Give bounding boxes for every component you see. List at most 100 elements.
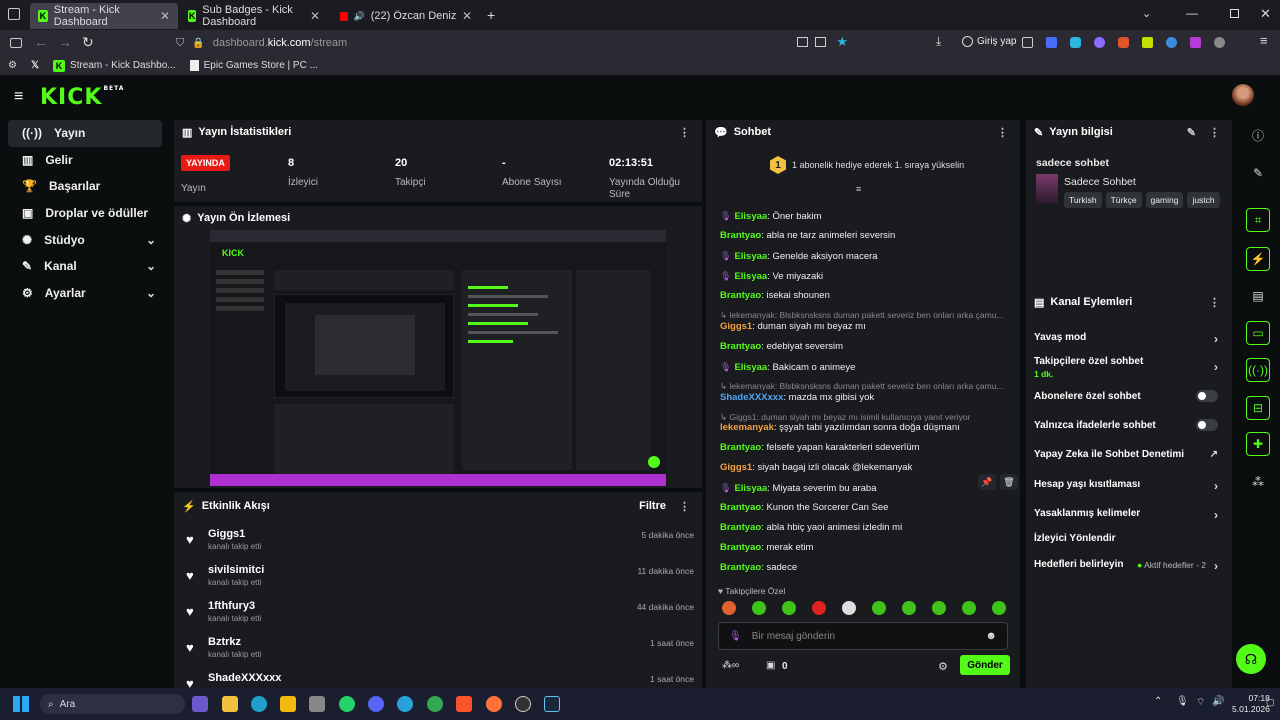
binance-icon[interactable]	[280, 696, 296, 712]
emote-2-icon[interactable]	[752, 601, 766, 615]
kick-logo[interactable]: KICKBETA	[40, 85, 124, 110]
maximize-icon[interactable]	[1230, 9, 1239, 18]
chat-username[interactable]: Elisyaa	[734, 483, 767, 494]
chat-username[interactable]: Brantyao	[720, 542, 761, 553]
chat-username[interactable]: Brantyao	[720, 502, 761, 513]
tab-list-chevron-icon[interactable]: ⌄	[1142, 7, 1151, 20]
tag[interactable]: gaming	[1145, 192, 1184, 208]
wrench-icon[interactable]: ✚	[1246, 432, 1270, 456]
emoji-icon[interactable]: ☻	[985, 630, 997, 642]
activity-user[interactable]: 1fthfury3	[208, 600, 255, 612]
info-icon[interactable]: ⓘ	[1246, 123, 1270, 147]
bolt-icon[interactable]: ⚡	[1246, 247, 1270, 271]
scan-icon[interactable]: ⌗	[1246, 208, 1270, 232]
chat-username[interactable]: Brantyao	[720, 442, 761, 453]
more-options-icon[interactable]: ⋮	[1209, 296, 1220, 309]
reload-icon[interactable]: ↻	[82, 34, 94, 51]
app-menu-icon[interactable]: ≡	[1260, 33, 1268, 48]
banned-words-row[interactable]: Yasaklanmış kelimeler ›	[1034, 508, 1218, 522]
windows-start-icon[interactable]	[13, 696, 29, 712]
url-text[interactable]: dashboard.kick.com/stream	[213, 37, 348, 49]
tag[interactable]: justch	[1187, 192, 1220, 208]
mic-tray-icon[interactable]: 🎙	[1176, 696, 1189, 707]
tab-stream-dashboard[interactable]: K Stream - Kick Dashboard ✕	[30, 3, 178, 29]
tag[interactable]: Turkish	[1064, 192, 1102, 208]
sidebar-item-droplar[interactable]: ▣ Droplar ve ödüller	[8, 200, 162, 227]
login-button[interactable]: Giriş yap	[962, 36, 1016, 47]
edit-stream-icon[interactable]: ✎	[1246, 161, 1270, 185]
emote-8-icon[interactable]	[932, 601, 946, 615]
gift-rank-banner[interactable]: 1 1 abonelik hediye ederek 1. sıraya yük…	[770, 156, 964, 174]
discord-icon[interactable]	[368, 696, 384, 712]
chat-username[interactable]: Elisyaa	[734, 271, 767, 282]
edge-icon[interactable]	[251, 696, 267, 712]
account-age-row[interactable]: Hesap yaşı kısıtlaması ›	[1034, 479, 1218, 493]
minimize-icon[interactable]: —	[1186, 6, 1198, 20]
chat-username[interactable]: Brantyao	[720, 290, 761, 301]
firefox-icon[interactable]	[486, 696, 502, 712]
raid-row[interactable]: İzleyici Yönlendir	[1034, 533, 1218, 544]
activity-user[interactable]: ShadeXXXxxx	[208, 672, 281, 684]
tab-overview-icon[interactable]	[8, 8, 20, 20]
bookmark-epic[interactable]: Epic Games Store | PC ...	[189, 60, 318, 71]
extension-4-icon[interactable]	[1094, 37, 1105, 48]
speaker-icon[interactable]: 🔊	[354, 11, 365, 22]
chat-username[interactable]: Elisyaa	[734, 211, 767, 222]
sidebar-item-ayarlar[interactable]: ⚙ Ayarlar ⌄	[8, 280, 162, 307]
x-icon[interactable]: 𝕏	[31, 60, 39, 71]
close-window-icon[interactable]: ✕	[1260, 6, 1271, 22]
bookmark-kick[interactable]: K Stream - Kick Dashbo...	[53, 59, 176, 72]
bookmark-star-icon[interactable]: ★	[836, 34, 848, 50]
emote-7-icon[interactable]	[902, 601, 916, 615]
more-options-icon[interactable]: ⋮	[679, 500, 690, 513]
chat-username[interactable]: Giggs1	[720, 321, 752, 332]
chat-icon[interactable]: ▭	[1246, 321, 1270, 345]
telegram-icon[interactable]	[397, 696, 413, 712]
chat-username[interactable]: Elisyaa	[734, 362, 767, 373]
file-explorer-icon[interactable]	[222, 696, 238, 712]
category-thumbnail[interactable]	[1036, 174, 1058, 204]
extension-5-icon[interactable]	[1118, 37, 1129, 48]
extension-1-icon[interactable]	[1022, 37, 1033, 48]
calculator-icon[interactable]	[309, 696, 325, 712]
raid-icon[interactable]: ((·))	[1246, 358, 1270, 382]
ai-moderation-row[interactable]: Yapay Zeka ile Sohbet Denetimi ↗	[1034, 449, 1218, 460]
emote-9-icon[interactable]	[962, 601, 976, 615]
emote-only-toggle[interactable]	[1196, 419, 1218, 431]
chat-username[interactable]: Brantyao	[720, 341, 761, 352]
chat-input[interactable]: 🎙 Bir mesaj gönderin ☻	[718, 622, 1008, 650]
extension-9-icon[interactable]	[1214, 37, 1225, 48]
sidebar-toggle-icon[interactable]	[10, 38, 22, 48]
tab-sub-badges[interactable]: K Sub Badges - Kick Dashboard ✕	[180, 3, 328, 29]
download-icon[interactable]: ⤓	[936, 34, 941, 49]
category-name[interactable]: Sadece Sohbet	[1064, 176, 1136, 188]
sidebar-item-gelir[interactable]: ▥ Gelir	[8, 147, 162, 174]
avatar[interactable]	[1232, 84, 1254, 106]
activity-user[interactable]: Bztrkz	[208, 636, 241, 648]
back-icon[interactable]: ←	[34, 34, 48, 50]
sidebar-item-basarilar[interactable]: 🏆 Başarılar	[8, 173, 162, 200]
extension-2-icon[interactable]	[1046, 37, 1057, 48]
brave-icon[interactable]	[456, 696, 472, 712]
steam-icon[interactable]	[544, 696, 560, 712]
extension-8-icon[interactable]	[1190, 37, 1201, 48]
url-bar[interactable]: ⛉ 🔒 dashboard.kick.com/stream ★	[176, 33, 856, 53]
sub-only-row[interactable]: Abonelere özel sohbet	[1034, 390, 1218, 402]
delete-icon[interactable]: 🗑	[1000, 474, 1018, 490]
more-options-icon[interactable]: ⋮	[1209, 126, 1220, 139]
chat-username[interactable]: Brantyao	[720, 230, 761, 241]
obs-icon[interactable]	[515, 696, 531, 712]
chat-username[interactable]: Giggs1	[720, 462, 752, 473]
tools-icon[interactable]: ⊟	[1246, 396, 1270, 420]
copilot-icon[interactable]	[192, 696, 208, 712]
extension-3-icon[interactable]	[1070, 37, 1081, 48]
sub-only-toggle[interactable]	[1196, 390, 1218, 402]
slow-mode-row[interactable]: Yavaş mod ›	[1034, 332, 1218, 346]
notification-icon[interactable]: ▢	[1266, 697, 1275, 708]
shield-icon[interactable]: ⛉	[176, 37, 184, 50]
chat-settings-icon[interactable]: ⚙	[938, 660, 948, 673]
more-options-icon[interactable]: ⋮	[679, 126, 690, 139]
new-tab-icon[interactable]: +	[487, 7, 495, 23]
community-icon[interactable]: ⁂	[1246, 470, 1270, 494]
sidebar-item-kanal[interactable]: ✎ Kanal ⌄	[8, 253, 162, 280]
